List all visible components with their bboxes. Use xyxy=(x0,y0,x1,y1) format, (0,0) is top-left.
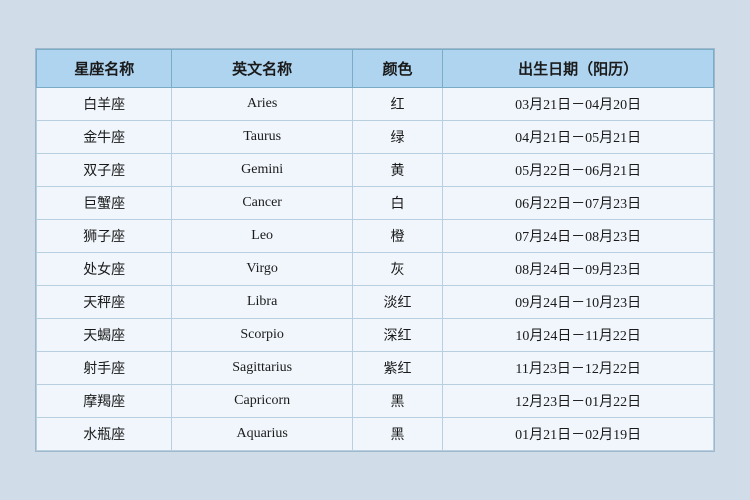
table-row: 水瓶座Aquarius黑01月21日－02月19日 xyxy=(37,418,714,451)
cell-color: 黄 xyxy=(352,154,442,187)
cell-color: 紫红 xyxy=(352,352,442,385)
cell-date: 06月22日－07月23日 xyxy=(443,187,714,220)
cell-date: 09月24日－10月23日 xyxy=(443,286,714,319)
table-header-row: 星座名称 英文名称 颜色 出生日期（阳历） xyxy=(37,50,714,88)
cell-chinese: 水瓶座 xyxy=(37,418,172,451)
cell-english: Scorpio xyxy=(172,319,353,352)
cell-chinese: 天秤座 xyxy=(37,286,172,319)
cell-chinese: 金牛座 xyxy=(37,121,172,154)
cell-english: Sagittarius xyxy=(172,352,353,385)
table-row: 巨蟹座Cancer白06月22日－07月23日 xyxy=(37,187,714,220)
zodiac-table: 星座名称 英文名称 颜色 出生日期（阳历） 白羊座Aries红03月21日－04… xyxy=(36,49,714,451)
cell-date: 07月24日－08月23日 xyxy=(443,220,714,253)
cell-english: Aquarius xyxy=(172,418,353,451)
cell-date: 11月23日－12月22日 xyxy=(443,352,714,385)
table-row: 处女座Virgo灰08月24日－09月23日 xyxy=(37,253,714,286)
cell-color: 淡红 xyxy=(352,286,442,319)
cell-english: Leo xyxy=(172,220,353,253)
cell-date: 12月23日－01月22日 xyxy=(443,385,714,418)
table-row: 狮子座Leo橙07月24日－08月23日 xyxy=(37,220,714,253)
header-english-name: 英文名称 xyxy=(172,50,353,88)
table-row: 白羊座Aries红03月21日－04月20日 xyxy=(37,88,714,121)
table-row: 射手座Sagittarius紫红11月23日－12月22日 xyxy=(37,352,714,385)
cell-date: 10月24日－11月22日 xyxy=(443,319,714,352)
cell-chinese: 巨蟹座 xyxy=(37,187,172,220)
cell-chinese: 天蝎座 xyxy=(37,319,172,352)
cell-english: Virgo xyxy=(172,253,353,286)
header-color: 颜色 xyxy=(352,50,442,88)
cell-date: 01月21日－02月19日 xyxy=(443,418,714,451)
table-row: 双子座Gemini黄05月22日－06月21日 xyxy=(37,154,714,187)
header-chinese-name: 星座名称 xyxy=(37,50,172,88)
cell-date: 03月21日－04月20日 xyxy=(443,88,714,121)
table-row: 摩羯座Capricorn黑12月23日－01月22日 xyxy=(37,385,714,418)
cell-color: 灰 xyxy=(352,253,442,286)
cell-chinese: 双子座 xyxy=(37,154,172,187)
cell-english: Gemini xyxy=(172,154,353,187)
cell-color: 橙 xyxy=(352,220,442,253)
cell-color: 黑 xyxy=(352,385,442,418)
cell-color: 白 xyxy=(352,187,442,220)
cell-english: Aries xyxy=(172,88,353,121)
table-body: 白羊座Aries红03月21日－04月20日金牛座Taurus绿04月21日－0… xyxy=(37,88,714,451)
cell-color: 红 xyxy=(352,88,442,121)
cell-english: Libra xyxy=(172,286,353,319)
cell-date: 08月24日－09月23日 xyxy=(443,253,714,286)
cell-chinese: 狮子座 xyxy=(37,220,172,253)
cell-date: 04月21日－05月21日 xyxy=(443,121,714,154)
table-row: 天秤座Libra淡红09月24日－10月23日 xyxy=(37,286,714,319)
cell-date: 05月22日－06月21日 xyxy=(443,154,714,187)
cell-color: 绿 xyxy=(352,121,442,154)
cell-english: Taurus xyxy=(172,121,353,154)
cell-english: Capricorn xyxy=(172,385,353,418)
cell-chinese: 白羊座 xyxy=(37,88,172,121)
cell-chinese: 处女座 xyxy=(37,253,172,286)
header-date: 出生日期（阳历） xyxy=(443,50,714,88)
cell-color: 黑 xyxy=(352,418,442,451)
zodiac-table-container: 星座名称 英文名称 颜色 出生日期（阳历） 白羊座Aries红03月21日－04… xyxy=(35,48,715,452)
cell-english: Cancer xyxy=(172,187,353,220)
table-row: 天蝎座Scorpio深红10月24日－11月22日 xyxy=(37,319,714,352)
cell-chinese: 摩羯座 xyxy=(37,385,172,418)
cell-chinese: 射手座 xyxy=(37,352,172,385)
cell-color: 深红 xyxy=(352,319,442,352)
table-row: 金牛座Taurus绿04月21日－05月21日 xyxy=(37,121,714,154)
